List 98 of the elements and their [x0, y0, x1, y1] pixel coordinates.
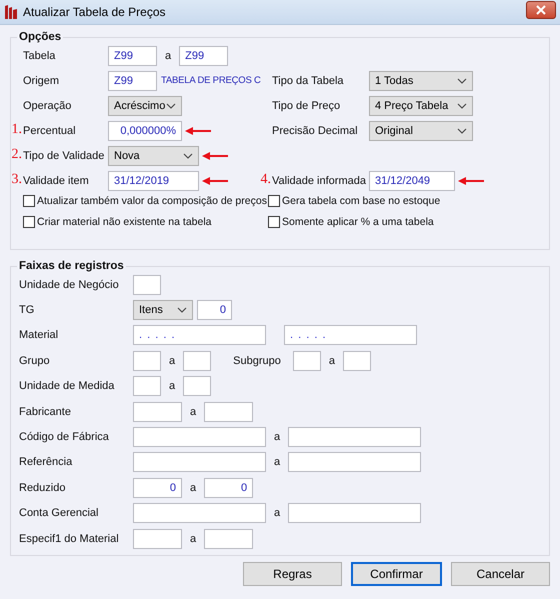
app-logo-icon [4, 4, 18, 20]
input-field[interactable] [288, 452, 422, 472]
input-field[interactable] [133, 350, 161, 371]
input-field[interactable] [288, 427, 422, 448]
input-field[interactable] [133, 274, 161, 295]
dialog-button[interactable]: Cancelar [451, 562, 550, 586]
field-label: Unidade de Medida [19, 380, 116, 392]
range-separator: a [328, 354, 335, 367]
range-separator: a [190, 532, 196, 545]
step-number: 1. [12, 122, 23, 138]
input-field[interactable]: Z99 [108, 70, 157, 90]
range-separator: a [274, 507, 280, 520]
range-separator: a [190, 482, 196, 494]
window-title: Atualizar Tabela de Preços [23, 5, 167, 19]
input-field[interactable] [133, 503, 266, 524]
close-button[interactable] [526, 1, 556, 19]
arrow-icon [202, 152, 228, 160]
input-field[interactable]: 0 [133, 478, 182, 498]
input-field[interactable] [133, 528, 182, 549]
input-field[interactable]: 31/12/2019 [108, 170, 199, 190]
input-field[interactable] [133, 402, 182, 422]
field-label: Unidade de Negócio [19, 278, 120, 291]
field-label: Validade informada [272, 174, 366, 186]
field-label: Tipo de Preço [272, 100, 340, 112]
field-label: Subgrupo [233, 354, 281, 367]
table-description: TABELA DE PREÇOS C [161, 75, 261, 86]
chevron-down-icon [457, 128, 467, 134]
range-separator: a [169, 354, 176, 367]
arrow-icon [185, 126, 211, 134]
input-field[interactable]: 0,000000% [108, 120, 182, 140]
input-field[interactable] [133, 376, 161, 396]
field-label: Grupo [19, 354, 51, 367]
input-field[interactable]: . . . . . [284, 325, 417, 346]
step-number: 2. [12, 146, 23, 162]
dialog-button[interactable]: Confirmar [351, 562, 442, 586]
close-icon [536, 5, 546, 15]
dialog-button[interactable]: Regras [243, 562, 342, 586]
checkbox-label: Somente aplicar % a uma tabela [282, 216, 434, 228]
field-label: Percentual [23, 124, 76, 136]
group-title: Faixas de registros [18, 260, 125, 272]
checkbox[interactable] [23, 216, 35, 228]
chevron-down-icon [166, 102, 176, 108]
input-field[interactable]: 0 [204, 478, 254, 498]
field-label: Fabricante [19, 406, 72, 418]
field-label: Material [19, 329, 60, 342]
step-number: 3. [12, 172, 23, 188]
input-field[interactable] [133, 427, 266, 448]
input-field[interactable]: Z99 [108, 46, 157, 66]
field-label: Origem [23, 74, 60, 86]
input-field[interactable]: . . . . . [133, 325, 266, 346]
dropdown[interactable]: Itens [133, 300, 193, 320]
step-number: 4. [260, 172, 272, 188]
input-field[interactable] [292, 350, 321, 371]
dropdown[interactable]: Nova [108, 146, 199, 166]
input-field[interactable] [133, 452, 266, 472]
chevron-down-icon [177, 307, 187, 314]
checkbox[interactable] [268, 195, 280, 207]
arrow-icon [202, 176, 228, 184]
field-label: Reduzido [19, 482, 66, 494]
input-field[interactable] [204, 528, 254, 549]
field-label: Tabela [23, 50, 56, 62]
input-field[interactable] [288, 503, 422, 524]
field-label: Precisão Decimal [272, 124, 358, 136]
field-label: TG [19, 304, 36, 316]
field-label: Operação [23, 100, 72, 112]
input-field[interactable] [183, 376, 212, 396]
input-field[interactable] [183, 350, 212, 371]
arrow-icon [458, 176, 484, 184]
checkbox-label: Atualizar também valor da composição de preços [37, 195, 267, 207]
range-separator: a [274, 431, 280, 444]
input-field[interactable]: 31/12/2049 [369, 170, 455, 190]
field-label: Especif1 do Material [19, 532, 120, 545]
range-separator: a [274, 456, 280, 468]
input-field[interactable] [204, 402, 254, 422]
checkbox-label: Criar material não existente na tabela [37, 216, 212, 228]
checkbox-label: Gera tabela com base no estoque [282, 195, 440, 207]
input-field[interactable] [342, 350, 371, 371]
field-label: Validade item [23, 174, 89, 186]
field-label: Tipo da Tabela [272, 74, 344, 86]
range-separator: a [169, 380, 176, 392]
checkbox[interactable] [23, 195, 35, 207]
dropdown[interactable]: 4 Preço Tabela [369, 96, 473, 116]
group-title: Opções [18, 31, 62, 43]
field-label: Tipo de Validade [23, 150, 104, 162]
field-label: Conta Gerencial [19, 507, 100, 520]
chevron-down-icon [457, 102, 467, 108]
dropdown[interactable]: Acréscimo [108, 96, 182, 116]
dropdown[interactable]: Original [369, 120, 473, 140]
input-field[interactable]: Z99 [179, 46, 228, 66]
checkbox[interactable] [268, 216, 280, 228]
input-field[interactable]: 0 [197, 300, 232, 320]
field-label: Código de Fábrica [19, 431, 110, 444]
range-separator: a [165, 50, 172, 62]
chevron-down-icon [457, 78, 467, 84]
field-label: Referência [19, 456, 74, 468]
dropdown[interactable]: 1 Todas [369, 70, 473, 90]
chevron-down-icon [183, 152, 193, 158]
range-separator: a [190, 406, 196, 418]
